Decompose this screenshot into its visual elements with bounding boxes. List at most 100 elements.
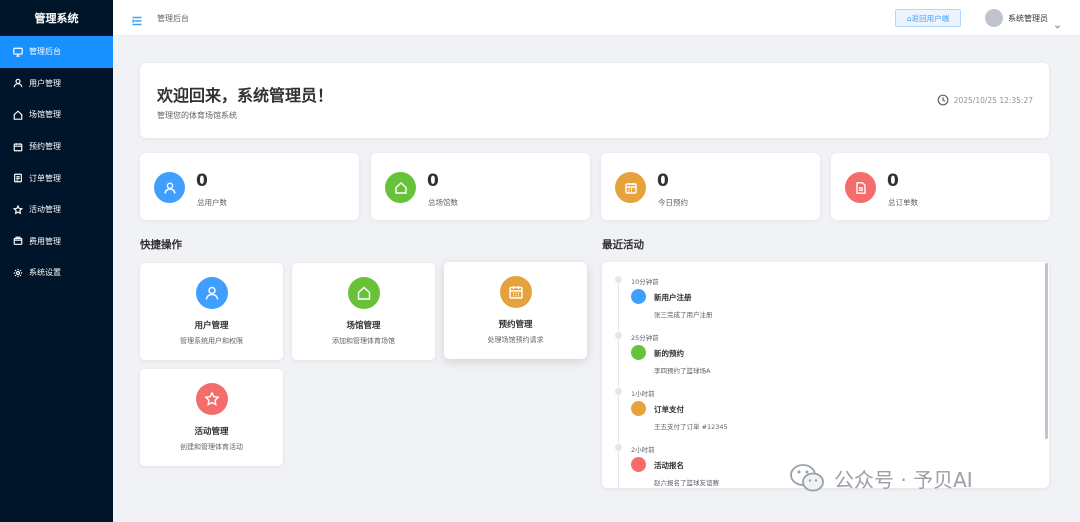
sidebar-item-label: 场馆管理 xyxy=(29,110,61,120)
timeline-desc: 赵六报名了篮球友谊赛 xyxy=(654,479,719,487)
quick-card-desc: 创建和管理体育活动 xyxy=(180,443,243,451)
timeline-time: 2小时前 xyxy=(631,446,655,454)
calendar-icon xyxy=(615,172,646,203)
user-menu[interactable]: 系统管理员 xyxy=(985,8,1061,29)
monitor-icon xyxy=(13,47,23,57)
quick-card-title: 用户管理 xyxy=(194,321,229,331)
sidebar-item-label: 系统设置 xyxy=(29,268,61,278)
app: 管理系统 管理后台 用户管理 场馆管理 预约管理 订单管理 活动管理 费用管理 xyxy=(0,0,1080,522)
avatar[interactable] xyxy=(985,9,1003,27)
wallet-icon xyxy=(13,236,23,246)
stat-card-users: 0 总用户数 xyxy=(140,153,359,220)
activity-dot xyxy=(631,457,646,472)
sidebar-item-label: 预约管理 xyxy=(29,142,61,152)
stat-label: 总场馆数 xyxy=(428,198,458,207)
sidebar-item-users[interactable]: 用户管理 xyxy=(0,68,113,100)
quick-card-desc: 处理场馆预约请求 xyxy=(487,336,544,344)
timeline-title: 新用户注册 xyxy=(654,293,692,302)
wechat-icon xyxy=(790,464,824,492)
sidebar-item-bookings[interactable]: 预约管理 xyxy=(0,131,113,163)
top-header: 管理后台 ⌂返回用户端 系统管理员 xyxy=(113,0,1080,36)
quick-actions-title: 快捷操作 xyxy=(140,239,182,251)
calendar-icon xyxy=(500,276,532,308)
activity-dot xyxy=(631,345,646,360)
sidebar-item-venues[interactable]: 场馆管理 xyxy=(0,99,113,131)
sidebar: 管理系统 管理后台 用户管理 场馆管理 预约管理 订单管理 活动管理 费用管理 xyxy=(0,0,113,522)
timeline-item: 1小时前 订单支付 王五支付了订单 #12345 xyxy=(602,374,1032,431)
stat-value: 0 xyxy=(196,171,208,191)
activity-dot xyxy=(631,401,646,416)
quick-card-bookings[interactable]: 预约管理 处理场馆预约请求 xyxy=(444,262,587,359)
stat-card-bookings: 0 今日预约 xyxy=(601,153,820,220)
document-icon xyxy=(845,172,876,203)
quick-card-title: 预约管理 xyxy=(498,320,533,330)
quick-card-venues[interactable]: 场馆管理 添加和管理体育场馆 xyxy=(292,263,435,360)
house-icon xyxy=(13,110,23,120)
timeline-node xyxy=(615,276,622,283)
welcome-title: 欢迎回来，系统管理员！ xyxy=(157,86,334,105)
stat-card-orders: 0 总订单数 xyxy=(831,153,1050,220)
recent-activity-panel: 10分钟前 新用户注册 张三完成了用户注册 25分钟前 新的预约 李四预约了篮球… xyxy=(602,262,1049,488)
activity-scrollbar[interactable] xyxy=(1045,263,1048,439)
timeline-title: 订单支付 xyxy=(654,405,684,414)
brand-title: 管理系统 xyxy=(34,12,79,25)
stat-label: 总用户数 xyxy=(197,198,227,207)
sidebar-item-label: 订单管理 xyxy=(29,173,61,183)
stat-value: 0 xyxy=(657,171,669,191)
sidebar-item-settings[interactable]: 系统设置 xyxy=(0,257,113,289)
timeline-node xyxy=(615,332,622,339)
welcome-card: 欢迎回来，系统管理员！ 管理您的体育场馆系统 2025/10/25 12:35:… xyxy=(140,63,1049,138)
stat-label: 今日预约 xyxy=(658,198,688,207)
sidebar-item-label: 用户管理 xyxy=(29,78,61,88)
current-datetime: 2025/10/25 12:35:27 xyxy=(937,94,1033,106)
user-icon xyxy=(13,78,23,88)
stat-card-venues: 0 总场馆数 xyxy=(371,153,590,220)
watermark: 公众号 · 予贝AI xyxy=(788,462,973,494)
quick-card-desc: 添加和管理体育场馆 xyxy=(332,337,395,345)
clock-icon xyxy=(937,94,949,106)
watermark-text: 公众号 · 予贝AI xyxy=(834,467,973,492)
quick-card-title: 场馆管理 xyxy=(346,321,381,331)
quick-card-users[interactable]: 用户管理 管理系统用户和权限 xyxy=(140,263,283,360)
username[interactable]: 系统管理员 xyxy=(1008,13,1048,24)
sidebar-item-label: 费用管理 xyxy=(29,236,61,246)
house-icon xyxy=(348,277,380,309)
chevron-down-icon[interactable] xyxy=(1054,15,1061,29)
star-icon xyxy=(196,383,228,415)
calendar-icon xyxy=(13,142,23,152)
menu-toggle-icon[interactable] xyxy=(131,12,143,26)
breadcrumb[interactable]: 管理后台 xyxy=(157,13,189,24)
quick-card-activities[interactable]: 活动管理 创建和管理体育活动 xyxy=(140,369,283,466)
timeline-time: 1小时前 xyxy=(631,390,655,398)
stat-value: 0 xyxy=(887,171,899,191)
timeline-item: 10分钟前 新用户注册 张三完成了用户注册 xyxy=(602,262,1032,319)
document-icon xyxy=(13,173,23,183)
stat-value: 0 xyxy=(427,171,439,191)
quick-card-desc: 管理系统用户和权限 xyxy=(180,337,243,345)
timeline-title: 新的预约 xyxy=(654,349,684,358)
activity-dot xyxy=(631,289,646,304)
back-to-user-button[interactable]: ⌂返回用户端 xyxy=(895,9,961,27)
welcome-subtitle: 管理您的体育场馆系统 xyxy=(157,111,237,120)
user-icon xyxy=(196,277,228,309)
timeline-time: 10分钟前 xyxy=(631,278,659,286)
timeline-title: 活动报名 xyxy=(654,461,684,470)
timeline-node xyxy=(615,388,622,395)
datetime-text: 2025/10/25 12:35:27 xyxy=(953,95,1033,105)
user-icon xyxy=(154,172,185,203)
stat-label: 总订单数 xyxy=(888,198,918,207)
recent-activity-title: 最近活动 xyxy=(602,239,644,251)
sidebar-item-label: 管理后台 xyxy=(29,47,61,57)
sidebar-item-label: 活动管理 xyxy=(29,205,61,215)
sidebar-item-fees[interactable]: 费用管理 xyxy=(0,226,113,258)
timeline-time: 25分钟前 xyxy=(631,334,659,342)
timeline-node xyxy=(615,444,622,451)
sidebar-item-orders[interactable]: 订单管理 xyxy=(0,162,113,194)
gear-icon xyxy=(13,268,23,278)
sidebar-item-dashboard[interactable]: 管理后台 xyxy=(0,36,113,68)
quick-card-title: 活动管理 xyxy=(194,427,229,437)
house-icon xyxy=(385,172,416,203)
timeline-item: 25分钟前 新的预约 李四预约了篮球场A xyxy=(602,318,1032,375)
star-icon xyxy=(13,204,23,215)
sidebar-item-activities[interactable]: 活动管理 xyxy=(0,194,113,226)
